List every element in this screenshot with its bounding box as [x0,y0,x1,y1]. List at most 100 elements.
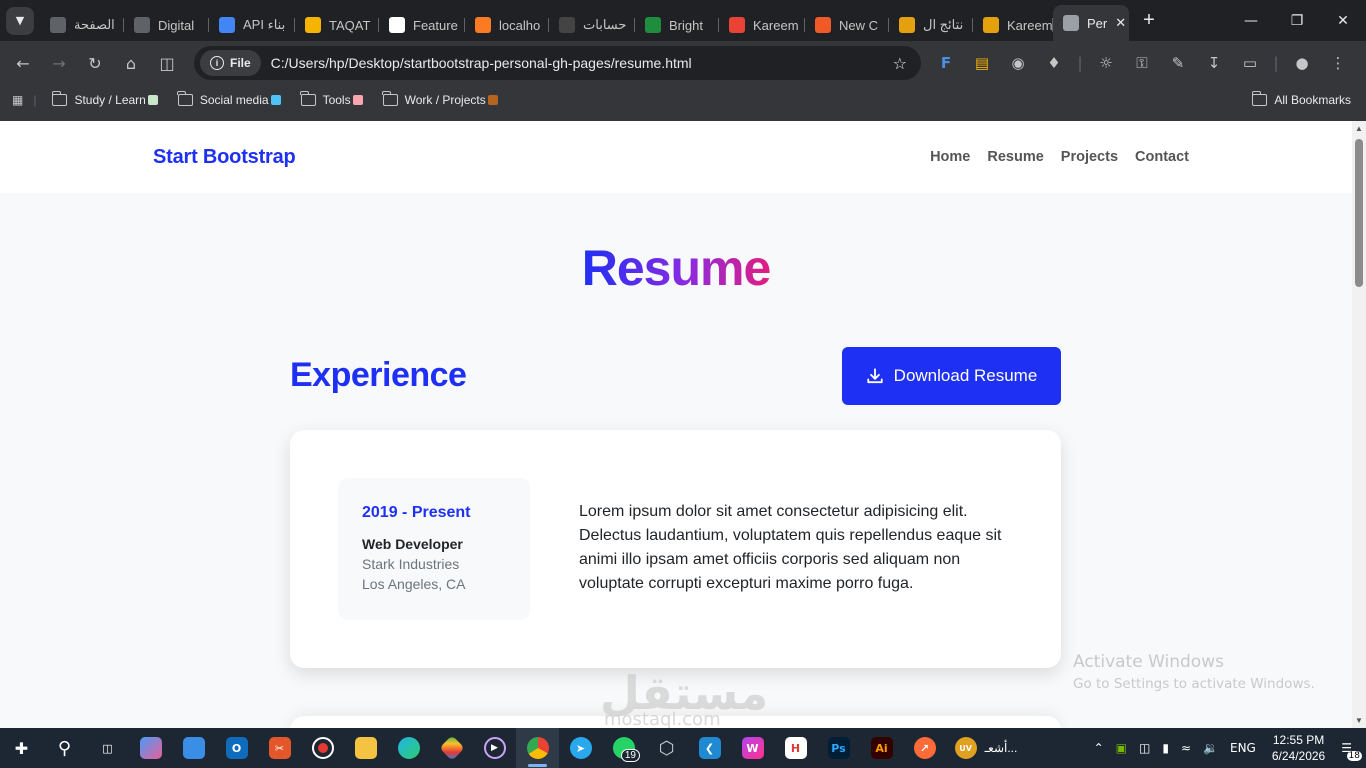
all-bookmarks-button[interactable]: All Bookmarks [1242,91,1366,107]
nav-link-resume[interactable]: Resume [987,149,1043,165]
tab-title: New C [839,17,879,33]
taskbar-3d-app[interactable]: ⬡ [645,728,688,768]
url-text[interactable]: C:/Users/hp/Desktop/startbootstrap-perso… [271,55,692,71]
tray-meet-icon[interactable]: ◫ [1133,741,1156,755]
nav-link-home[interactable]: Home [930,149,970,165]
browser-tab[interactable]: Kareem [719,9,805,41]
play-icon: ▶ [483,737,506,759]
apps-button[interactable]: ▦ [0,93,33,107]
dark-circle-icon [559,17,575,33]
tray-chevron-icon[interactable]: ⌃ [1088,741,1110,755]
scroll-down-icon[interactable]: ▼ [1355,716,1363,725]
tab-search-button[interactable]: ▼ [6,6,34,35]
phpstorm-icon: W [741,737,764,759]
bookmark-folder[interactable]: Tools [291,91,373,107]
minimize-button[interactable]: — [1228,0,1274,41]
browser-tab[interactable]: Kareem. [973,9,1053,41]
browser-tab[interactable]: حسابات [549,9,635,41]
bookmark-folder[interactable]: Social media [168,91,291,107]
taskbar-store[interactable] [172,728,215,768]
new-tab-button[interactable]: + [1135,7,1163,35]
browser-tab[interactable]: New C [805,9,889,41]
browser-tab[interactable]: Bright [635,9,719,41]
bookmark-folder[interactable]: Study / Learn [42,91,167,107]
tray-nvidia-icon[interactable]: ▣ [1110,741,1133,755]
page-scrollbar[interactable]: ▲ ▼ [1352,121,1366,728]
globe-icon [1063,15,1079,31]
taskbar-heidisql[interactable]: H [774,728,817,768]
taskbar-illustrator[interactable]: Ai [860,728,903,768]
close-window-button[interactable]: ✕ [1320,0,1366,41]
profile-avatar-icon[interactable]: ● [1284,45,1320,81]
taskbar-postman[interactable]: ↗ [903,728,946,768]
notification-button[interactable]: ☰ 18 [1335,741,1366,761]
address-bar[interactable]: i File C:/Users/hp/Desktop/startbootstra… [194,46,921,80]
download-icon[interactable]: ↧ [1196,45,1232,81]
browser-tab[interactable]: localho [465,9,549,41]
taskbar-chrome[interactable] [516,728,559,768]
telegram-icon: ➤ [569,737,592,759]
bookmark-folder[interactable]: Work / Projects [373,91,508,107]
taskbar-vscode[interactable]: ❮ [688,728,731,768]
tab-title: Kareem. [1007,17,1053,33]
task-view-button[interactable]: ◫ [86,728,129,768]
password-key-icon[interactable]: ⚿ [1124,45,1160,81]
browser-tab[interactable]: الصفحة [40,9,124,41]
taqat-icon [305,17,321,33]
volume-icon[interactable]: 🔉 [1197,741,1224,755]
translate-icon[interactable]: ✎ [1160,45,1196,81]
close-tab-icon[interactable]: ✕ [1115,16,1126,31]
browser-tab[interactable]: نتائج ال [889,9,973,41]
extension-f-icon[interactable]: F [928,45,964,81]
taskbar-telegram[interactable]: ➤ [559,728,602,768]
menu-dots-icon[interactable]: ⋮ [1320,45,1356,81]
scrollbar-thumb[interactable] [1355,139,1363,287]
site-info-chip[interactable]: i File [200,50,261,76]
battery-icon[interactable]: ▮ [1156,741,1175,755]
browser-tab[interactable]: Digital [124,9,209,41]
nav-link-contact[interactable]: Contact [1135,149,1189,165]
taskbar-media-player[interactable]: ▶ [473,728,516,768]
puzzle-icon[interactable]: ♦ [1036,45,1072,81]
download-resume-button[interactable]: Download Resume [842,347,1061,405]
taskbar-photoshop[interactable]: Ps [817,728,860,768]
clock[interactable]: 12:55 PM 6/24/2026 [1262,732,1335,764]
cast-icon[interactable]: ▭ [1232,45,1268,81]
taskbar-snipping[interactable]: ✂ [258,728,301,768]
camera-extension-icon[interactable]: ◉ [1000,45,1036,81]
taskbar-recorder[interactable] [301,728,344,768]
browser-tab[interactable]: TAQAT [295,9,379,41]
taskbar-whatsapp[interactable]: 19 [602,728,645,768]
start-button[interactable]: ✚ [0,728,43,768]
browser-tab[interactable]: API بناء [209,9,295,41]
home-button[interactable]: ⌂ [113,45,149,81]
nav-link-projects[interactable]: Projects [1061,149,1118,165]
browser-tab[interactable]: Feature [379,9,465,41]
toolbar-divider: | [1273,54,1279,72]
taskbar-copilot[interactable] [129,728,172,768]
taskbar-outlook[interactable]: O [215,728,258,768]
scroll-up-icon[interactable]: ▲ [1355,124,1363,133]
back-button[interactable]: ← [5,45,41,81]
search-button[interactable]: ⚲ [43,728,86,768]
vscode-icon: ❮ [698,737,721,759]
restore-button[interactable]: ❐ [1274,0,1320,41]
language-indicator[interactable]: ENG [1224,741,1262,755]
incognito-icon[interactable]: ☼ [1088,45,1124,81]
reload-button[interactable]: ↻ [77,45,113,81]
bookmark-star-icon[interactable]: ☆ [893,54,907,73]
taskbar-edge[interactable] [387,728,430,768]
bookmark-emoji-icon [270,95,281,105]
taskbar-git[interactable] [430,728,473,768]
bookmarks-bar: ▦ | Study / Learn Social media Tools Work /… [0,85,1366,115]
bookmark-emoji-icon [352,95,363,105]
forward-button[interactable]: → [41,45,77,81]
extension-stack-icon[interactable]: ▤ [964,45,1000,81]
taskbar-running-app[interactable]: UV أشعـ... [946,728,1026,768]
wifi-icon[interactable]: ≈ [1175,741,1197,755]
browser-tab[interactable]: Per ✕ [1053,5,1129,41]
navbar-brand[interactable]: Start Bootstrap [153,146,296,169]
taskbar-file-explorer[interactable] [344,728,387,768]
split-view-button[interactable]: ◫ [149,45,185,81]
taskbar-phpstorm[interactable]: W [731,728,774,768]
